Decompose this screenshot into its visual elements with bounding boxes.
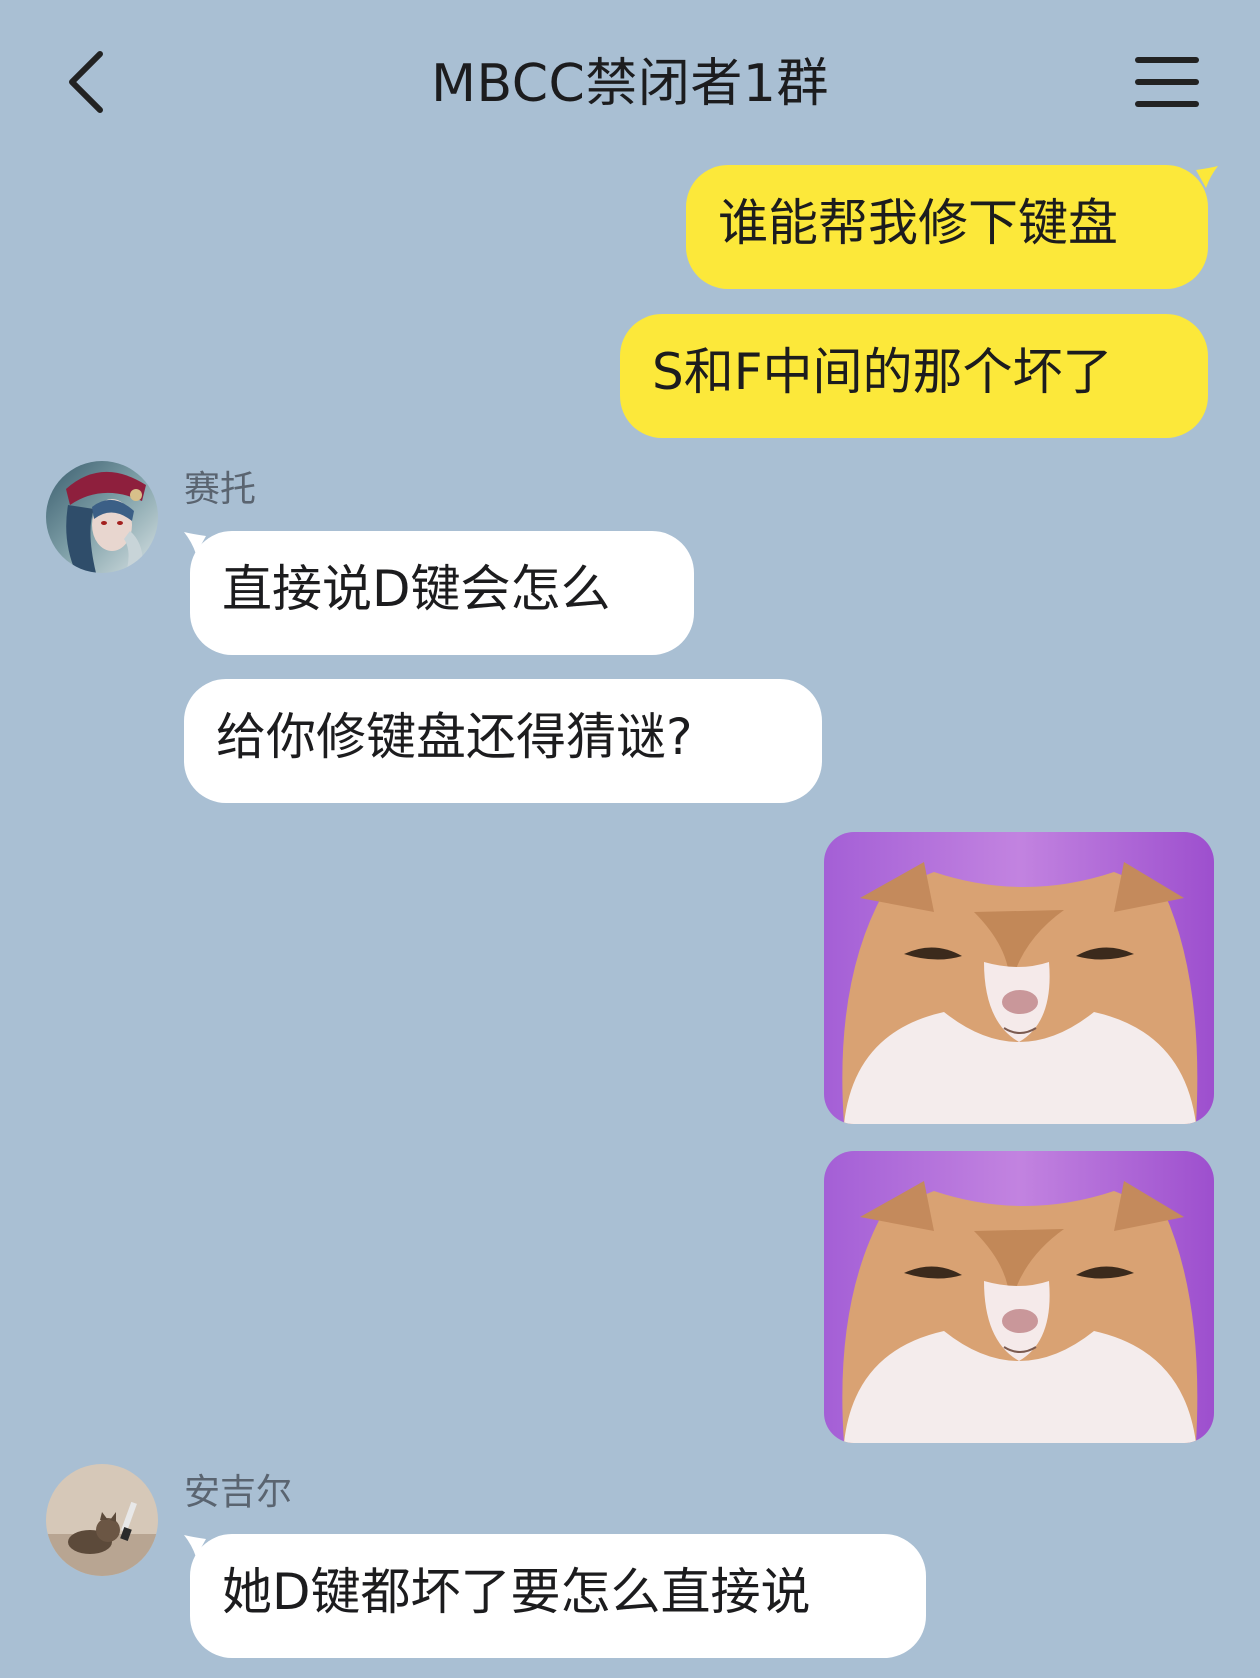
avatar[interactable] [46, 1464, 158, 1576]
avatar[interactable] [46, 461, 158, 573]
menu-button[interactable] [1134, 52, 1200, 112]
sender-name: 安吉尔 [184, 1472, 293, 1513]
message-text: 谁能帮我修下键盘 [718, 194, 1118, 252]
bubble-tail [1196, 166, 1218, 188]
chat-title: MBCC禁闭者1群 [431, 54, 829, 114]
chat-header: MBCC禁闭者1群 [0, 0, 1260, 165]
incoming-message-bubble[interactable]: 给你修键盘还得猜谜? [184, 679, 822, 803]
message-text: S和F中间的那个坏了 [652, 343, 1113, 401]
message-text: 直接说D键会怎么 [222, 560, 611, 618]
message-text: 给你修键盘还得猜谜? [216, 708, 693, 766]
character-avatar-image [46, 461, 158, 573]
bubble-tail [184, 532, 206, 554]
cat-squint-sticker [824, 1151, 1214, 1443]
incoming-message-bubble[interactable]: 她D键都坏了要怎么直接说 [190, 1534, 926, 1658]
cat-squint-sticker [824, 832, 1214, 1124]
cat-sticker-image[interactable] [824, 832, 1214, 1124]
cat-sticker-image[interactable] [824, 1151, 1214, 1443]
outgoing-message-bubble[interactable]: 谁能帮我修下键盘 [686, 165, 1208, 289]
cat-with-knife-avatar-image [46, 1464, 158, 1576]
bubble-tail [184, 1535, 206, 1557]
incoming-message-bubble[interactable]: 直接说D键会怎么 [190, 531, 694, 655]
hamburger-menu-icon [1135, 57, 1199, 107]
message-text: 她D键都坏了要怎么直接说 [222, 1563, 811, 1621]
sender-name: 赛托 [184, 469, 257, 510]
outgoing-message-bubble[interactable]: S和F中间的那个坏了 [620, 314, 1208, 438]
